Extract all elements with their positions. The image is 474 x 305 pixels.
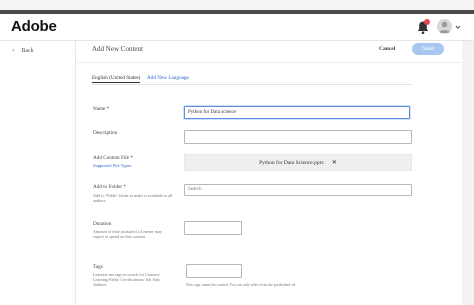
tags-input[interactable]	[186, 264, 242, 278]
folder-search-input[interactable]: Search	[184, 184, 412, 196]
app-header: Adobe	[0, 10, 474, 41]
cancel-button[interactable]: Cancel	[379, 46, 395, 52]
tab-english[interactable]: English (United States)	[92, 75, 141, 83]
tags-hint: Learners use tags to search for Courses/…	[93, 272, 162, 288]
folder-label: Add to Folder *	[93, 184, 126, 190]
right-gutter	[462, 41, 474, 305]
chevron-left-icon: ‹	[12, 47, 15, 54]
save-button[interactable]: Save	[412, 43, 444, 55]
page-title: Add New Content	[92, 45, 143, 53]
close-icon[interactable]: ✕	[332, 159, 337, 166]
user-avatar-icon[interactable]	[437, 19, 452, 34]
tags-label: Tags	[93, 264, 103, 270]
duration-hint: Amount of time (minutes) a Learner may e…	[93, 229, 163, 240]
supported-file-types-link[interactable]: Supported File Types	[93, 163, 131, 168]
back-link[interactable]: ‹ Back	[12, 47, 34, 54]
tabs-divider	[92, 84, 412, 85]
description-label: Description	[93, 130, 118, 136]
adobe-logo[interactable]: Adobe	[11, 18, 57, 35]
header-divider	[77, 62, 462, 63]
description-input[interactable]	[184, 130, 412, 144]
folder-search-placeholder: Search	[188, 187, 202, 192]
top-strip	[0, 0, 474, 10]
uploaded-file: Python for Data Science.pptx ✕	[184, 154, 412, 171]
name-label: Name *	[93, 106, 110, 112]
left-panel	[0, 41, 76, 305]
duration-label: Duration	[93, 221, 112, 227]
tags-note: New tags cannot be created. You can only…	[186, 283, 297, 287]
notification-badge	[424, 19, 430, 25]
folder-hint: Add to 'Public' folder to make it availa…	[93, 193, 173, 204]
content-file-label: Add Content File *	[93, 155, 133, 161]
duration-input[interactable]	[184, 221, 242, 235]
tab-add-language[interactable]: Add New Language	[147, 75, 189, 81]
back-label: Back	[21, 48, 34, 54]
name-input[interactable]: Python for Data science	[184, 106, 410, 119]
chevron-down-icon[interactable]	[455, 24, 461, 30]
file-name: Python for Data Science.pptx	[259, 160, 324, 166]
